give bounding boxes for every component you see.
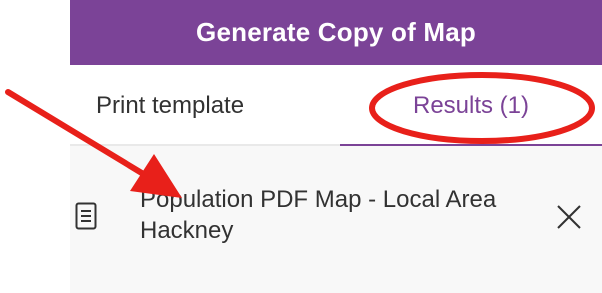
screenshot-stage: Generate Copy of Map Print template Resu… — [0, 0, 602, 293]
annotation-ellipse — [369, 72, 595, 144]
close-icon[interactable] — [554, 202, 584, 232]
annotation-arrow — [5, 89, 182, 198]
panel-header: Generate Copy of Map — [70, 0, 602, 65]
panel-title: Generate Copy of Map — [196, 17, 476, 47]
